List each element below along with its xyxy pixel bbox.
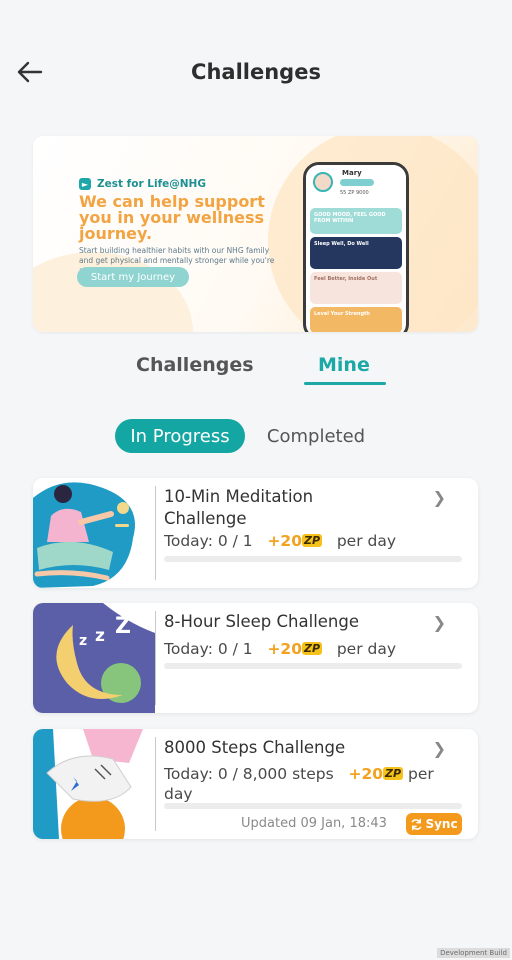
last-updated-text: Updated 09 Jan, 18:43 [241,816,387,831]
challenge-progress-text: Today: 0 / 1 +20 ZP per day [164,532,396,550]
banner-headline: We can help support you in your wellness… [79,192,265,243]
filter-completed[interactable]: Completed [254,419,378,453]
card-divider [155,486,156,580]
chevron-right-icon[interactable]: ❯ [433,613,446,632]
phone-card: Feel Better, Inside Out [310,272,402,304]
challenge-card-steps[interactable]: 8000 Steps Challenge ❯ Today: 0 / 8,000 … [33,729,478,839]
progress-bar [164,556,462,562]
brand-name: Zest for Life@NHG [97,178,206,190]
build-label: Development Build [437,948,510,958]
challenge-card-meditation[interactable]: 10-Min Meditation Challenge ❯ Today: 0 /… [33,478,478,588]
card-divider [155,611,156,705]
phone-stats: 55 ZP 9000 [340,190,369,196]
zp-icon: ZP [302,642,323,655]
progress-bar [164,663,462,669]
start-journey-button[interactable]: Start my Journey [77,267,189,287]
phone-card: Level Your Strength [310,307,402,332]
sync-button[interactable]: Sync [406,813,462,835]
zp-points: +20 [348,765,384,783]
sync-label: Sync [425,817,458,831]
zp-points: +20 [267,532,302,550]
brand-row: ► Zest for Life@NHG [79,178,206,190]
phone-header: Mary 55 ZP 9000 [306,165,406,205]
card-divider [155,737,156,831]
avatar [313,172,333,192]
phone-card: Sleep Well, Do Well [310,237,402,269]
today-count: Today: 0 / 1 [164,640,253,658]
per-day-label: per day [336,532,397,550]
tab-mine[interactable]: Mine [318,354,370,376]
phone-card: GOOD MOOD, FEEL GOOD FROM WITHIN [310,208,402,234]
steps-illustration [33,729,155,839]
tab-bar: Challenges Mine [0,354,512,386]
page-title: Challenges [191,60,321,84]
progress-bar [164,803,462,809]
zp-points: +20 [267,640,302,658]
filter-in-progress[interactable]: In Progress [115,419,245,453]
phone-tag [340,179,374,186]
promo-banner[interactable]: ► Zest for Life@NHG We can help support … [33,136,478,332]
header: Challenges [0,0,512,120]
chevron-right-icon[interactable]: ❯ [433,739,446,758]
challenge-title: 8-Hour Sleep Challenge [164,612,360,631]
zp-icon: ZP [383,767,404,780]
brand-logo-icon: ► [79,178,91,190]
challenge-progress-text: Today: 0 / 1 +20 ZP per day [164,640,396,658]
meditation-illustration [33,478,155,588]
tab-challenges[interactable]: Challenges [136,354,254,376]
challenge-title: 10-Min Meditation Challenge [164,487,314,528]
today-count: Today: 0 / 8,000 steps [164,765,334,783]
per-day-label: per day [336,640,397,658]
challenge-card-sleep[interactable]: z z Z 8-Hour Sleep Challenge ❯ Today: 0 … [33,603,478,713]
sleep-illustration: z z Z [33,603,155,713]
phone-user-name: Mary [342,169,362,177]
svg-text:z: z [95,626,105,646]
active-tab-indicator [304,382,386,385]
svg-text:z: z [79,633,87,649]
zp-icon: ZP [302,534,323,547]
svg-text:Z: Z [115,614,131,639]
today-count: Today: 0 / 1 [164,532,253,550]
phone-mockup-image: Mary 55 ZP 9000 GOOD MOOD, FEEL GOOD FRO… [303,162,409,332]
chevron-right-icon[interactable]: ❯ [433,488,446,507]
sync-icon [412,818,422,830]
challenge-progress-text: Today: 0 / 8,000 steps +20 ZP per day [164,764,434,804]
challenge-title: 8000 Steps Challenge [164,738,346,757]
